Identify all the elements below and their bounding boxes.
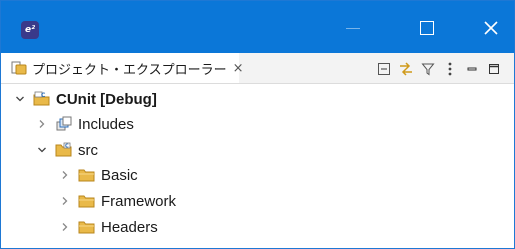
minimize-window-button[interactable]: [331, 9, 375, 47]
tree-item-basic[interactable]: Basic: [58, 163, 138, 187]
title-bar[interactable]: e²: [1, 1, 514, 53]
svg-text:C: C: [41, 92, 46, 99]
minimize-view-button[interactable]: [461, 59, 483, 79]
collapse-all-button[interactable]: [373, 59, 395, 79]
chevron-right-icon[interactable]: [58, 168, 72, 182]
svg-text:C: C: [65, 144, 69, 150]
filter-button[interactable]: [417, 59, 439, 79]
minimize-view-icon: [467, 67, 477, 71]
maximize-view-icon: [489, 64, 499, 74]
chevron-right-icon[interactable]: [58, 194, 72, 208]
tree-item-src[interactable]: C src: [35, 138, 98, 162]
includes-icon: [55, 116, 73, 132]
tree-item-framework[interactable]: Framework: [58, 189, 176, 213]
tree-item-label: Framework: [101, 192, 177, 210]
tree-item-label: Basic: [101, 166, 138, 184]
chevron-down-icon[interactable]: [35, 143, 49, 157]
tree-item-label: Includes: [78, 115, 134, 133]
folder-icon: [78, 219, 96, 235]
tree-item-label: CUnit [Debug]: [56, 90, 157, 108]
c-project-icon: C: [33, 91, 51, 107]
collapse-all-icon: [378, 63, 390, 75]
chevron-right-icon[interactable]: [58, 220, 72, 234]
tab-close-button[interactable]: ×: [233, 61, 244, 76]
app-icon-text: e²: [24, 25, 36, 35]
app-icon: e²: [21, 21, 39, 39]
link-with-editor-button[interactable]: [395, 59, 417, 79]
folder-icon: [78, 167, 96, 183]
tab-label: プロジェクト・エクスプローラー: [32, 62, 227, 78]
minimize-icon: [346, 27, 360, 29]
link-with-editor-icon: [400, 62, 412, 76]
maximize-window-button[interactable]: [405, 9, 449, 47]
folder-icon: [78, 193, 96, 209]
chevron-down-icon[interactable]: [13, 92, 27, 106]
view-menu-button[interactable]: [439, 59, 461, 79]
maximize-view-button[interactable]: [483, 59, 505, 79]
tree-item-cunit-project[interactable]: C CUnit [Debug]: [13, 87, 157, 111]
maximize-icon: [420, 21, 434, 35]
tab-project-explorer[interactable]: プロジェクト・エクスプローラー ×: [1, 53, 244, 83]
project-explorer-icon: [11, 60, 27, 76]
view-menu-icon: [448, 62, 452, 76]
view-toolbar-actions: [373, 59, 505, 79]
filter-icon: [421, 63, 435, 76]
close-icon: [484, 21, 498, 35]
tree-item-headers[interactable]: Headers: [58, 215, 158, 239]
chevron-right-icon[interactable]: [35, 117, 49, 131]
tree-item-label: Headers: [101, 218, 158, 236]
app-window: e² プロジェクト・エクスプローラー × C CUnit [Debug] Inc…: [0, 0, 515, 249]
close-window-button[interactable]: [469, 9, 513, 47]
source-folder-icon: C: [55, 142, 73, 158]
tree-item-label: src: [78, 141, 98, 159]
tree-item-includes[interactable]: Includes: [35, 112, 134, 136]
